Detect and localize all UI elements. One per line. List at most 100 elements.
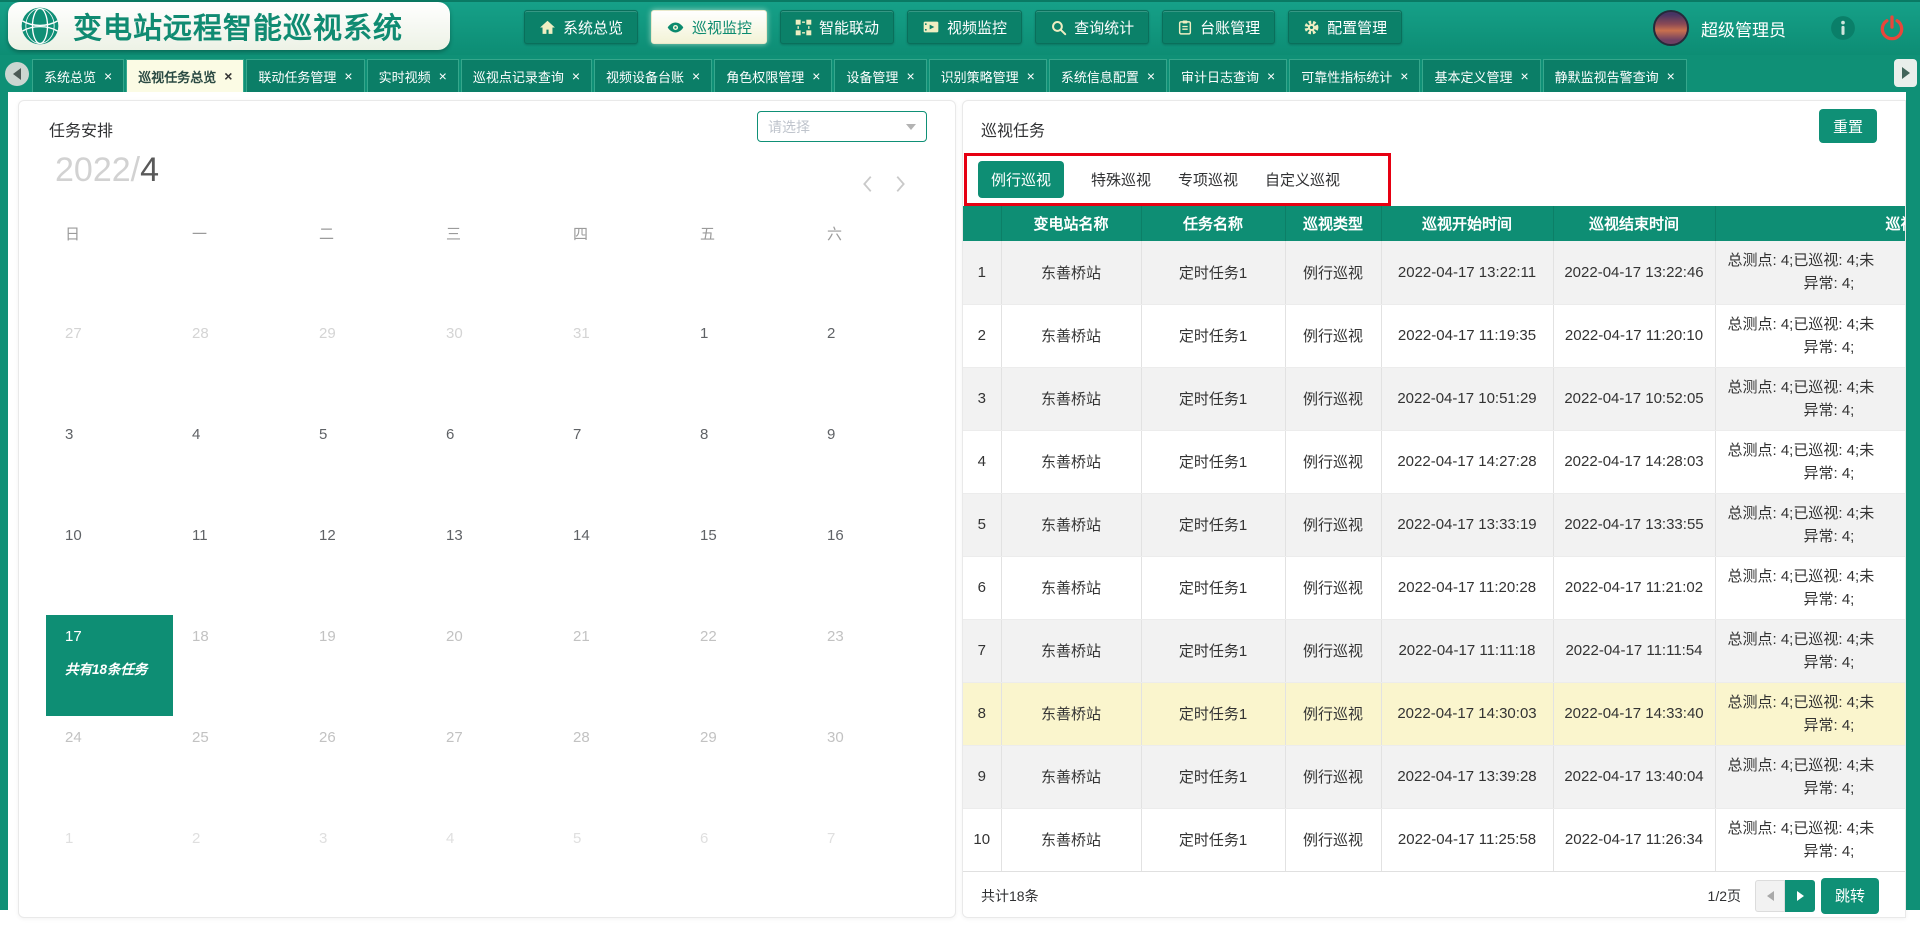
close-icon[interactable]: × <box>1027 69 1035 83</box>
subtab-专项巡视[interactable]: 专项巡视 <box>1178 169 1238 190</box>
calendar-day[interactable]: 29 <box>300 312 427 413</box>
close-icon[interactable]: × <box>1520 69 1528 83</box>
calendar-day[interactable]: 27 <box>46 312 173 413</box>
calendar-prev-button[interactable] <box>859 173 877 195</box>
calendar-day[interactable]: 18 <box>173 615 300 716</box>
calendar-day[interactable]: 15 <box>681 514 808 615</box>
calendar-day[interactable]: 26 <box>300 716 427 817</box>
jump-button[interactable]: 跳转 <box>1821 878 1879 914</box>
nav-button-search[interactable]: 查询统计 <box>1035 10 1149 44</box>
calendar-day[interactable]: 13 <box>427 514 554 615</box>
calendar-day[interactable]: 1 <box>46 817 173 918</box>
info-button[interactable] <box>1830 15 1856 41</box>
table-row[interactable]: 8东善桥站定时任务1例行巡视2022-04-17 14:30:032022-04… <box>963 682 1906 745</box>
tab-scroll-left[interactable] <box>5 62 29 86</box>
calendar-day[interactable]: 4 <box>173 413 300 514</box>
calendar-day[interactable]: 2 <box>173 817 300 918</box>
calendar-day[interactable]: 5 <box>300 413 427 514</box>
calendar-day[interactable]: 30 <box>427 312 554 413</box>
calendar-day[interactable]: 12 <box>300 514 427 615</box>
calendar-day[interactable]: 16 <box>808 514 935 615</box>
subtab-特殊巡视[interactable]: 特殊巡视 <box>1091 169 1151 190</box>
calendar-day-selected[interactable]: 17共有18条任务 <box>46 615 173 716</box>
calendar-next-button[interactable] <box>891 173 909 195</box>
calendar-day[interactable]: 25 <box>173 716 300 817</box>
calendar-day[interactable]: 3 <box>300 817 427 918</box>
calendar-day[interactable]: 20 <box>427 615 554 716</box>
table-row[interactable]: 7东善桥站定时任务1例行巡视2022-04-17 11:11:182022-04… <box>963 619 1906 682</box>
calendar-day[interactable]: 24 <box>46 716 173 817</box>
calendar-day[interactable]: 8 <box>681 413 808 514</box>
reset-button[interactable]: 重置 <box>1819 109 1877 143</box>
table-row[interactable]: 10东善桥站定时任务1例行巡视2022-04-17 11:25:582022-0… <box>963 808 1906 871</box>
table-row[interactable]: 9东善桥站定时任务1例行巡视2022-04-17 13:39:282022-04… <box>963 745 1906 808</box>
calendar-day[interactable]: 4 <box>427 817 554 918</box>
tab-scroll-right[interactable] <box>1894 59 1917 87</box>
close-icon[interactable]: × <box>1147 69 1155 83</box>
table-row[interactable]: 6东善桥站定时任务1例行巡视2022-04-17 11:20:282022-04… <box>963 556 1906 619</box>
calendar-day[interactable]: 6 <box>681 817 808 918</box>
table-row[interactable]: 2东善桥站定时任务1例行巡视2022-04-17 11:19:352022-04… <box>963 304 1906 367</box>
calendar-day[interactable]: 7 <box>554 413 681 514</box>
nav-button-linkage[interactable]: 智能联动 <box>780 10 894 44</box>
subtab-例行巡视[interactable]: 例行巡视 <box>978 161 1064 198</box>
calendar-day[interactable]: 2 <box>808 312 935 413</box>
table-row[interactable]: 1东善桥站定时任务1例行巡视2022-04-17 13:22:112022-04… <box>963 241 1906 304</box>
close-icon[interactable]: × <box>344 69 352 83</box>
calendar-day[interactable]: 10 <box>46 514 173 615</box>
table-row[interactable]: 3东善桥站定时任务1例行巡视2022-04-17 10:51:292022-04… <box>963 367 1906 430</box>
calendar-day[interactable]: 3 <box>46 413 173 514</box>
avatar[interactable] <box>1653 10 1689 46</box>
calendar-day[interactable]: 31 <box>554 312 681 413</box>
close-icon[interactable]: × <box>224 69 232 83</box>
calendar-day[interactable]: 1 <box>681 312 808 413</box>
tab-识别策略管理[interactable]: 识别策略管理× <box>929 59 1047 92</box>
subtab-自定义巡视[interactable]: 自定义巡视 <box>1265 169 1340 190</box>
tab-巡视点记录查询[interactable]: 巡视点记录查询× <box>461 59 592 92</box>
tab-实时视频[interactable]: 实时视频× <box>367 59 459 92</box>
calendar-day[interactable]: 9 <box>808 413 935 514</box>
close-icon[interactable]: × <box>439 69 447 83</box>
table-row[interactable]: 4东善桥站定时任务1例行巡视2022-04-17 14:27:282022-04… <box>963 430 1906 493</box>
close-icon[interactable]: × <box>692 69 700 83</box>
close-icon[interactable]: × <box>906 69 914 83</box>
task-type-select[interactable]: 请选择 <box>757 111 927 142</box>
tab-静默监视告警查询[interactable]: 静默监视告警查询× <box>1543 59 1687 92</box>
calendar-day[interactable]: 22 <box>681 615 808 716</box>
calendar-day[interactable]: 28 <box>173 312 300 413</box>
nav-button-video[interactable]: 视频监控 <box>907 10 1022 44</box>
calendar-day[interactable]: 23 <box>808 615 935 716</box>
calendar-day[interactable]: 19 <box>300 615 427 716</box>
tab-视频设备台账[interactable]: 视频设备台账× <box>594 59 712 92</box>
close-icon[interactable]: × <box>1267 69 1275 83</box>
tab-可靠性指标统计[interactable]: 可靠性指标统计× <box>1289 59 1420 92</box>
calendar-day[interactable]: 30 <box>808 716 935 817</box>
calendar-day[interactable]: 27 <box>427 716 554 817</box>
calendar-day[interactable]: 11 <box>173 514 300 615</box>
nav-button-gear[interactable]: 配置管理 <box>1288 10 1402 44</box>
tab-设备管理[interactable]: 设备管理× <box>834 59 926 92</box>
close-icon[interactable]: × <box>1667 69 1675 83</box>
calendar-day[interactable]: 14 <box>554 514 681 615</box>
calendar-day[interactable]: 6 <box>427 413 554 514</box>
nav-button-eye[interactable]: 巡视监控 <box>651 10 767 44</box>
calendar-day[interactable]: 21 <box>554 615 681 716</box>
nav-button-home[interactable]: 系统总览 <box>524 10 638 44</box>
prev-page-button[interactable] <box>1755 880 1785 912</box>
calendar-day[interactable]: 5 <box>554 817 681 918</box>
nav-button-ledger[interactable]: 台账管理 <box>1162 10 1275 44</box>
tab-巡视任务总览[interactable]: 巡视任务总览× <box>126 59 244 92</box>
logout-button[interactable] <box>1878 14 1906 42</box>
tab-角色权限管理[interactable]: 角色权限管理× <box>714 59 832 92</box>
calendar-day[interactable]: 29 <box>681 716 808 817</box>
calendar-day[interactable]: 28 <box>554 716 681 817</box>
tab-系统总览[interactable]: 系统总览× <box>32 59 124 92</box>
close-icon[interactable]: × <box>1400 69 1408 83</box>
table-row[interactable]: 5东善桥站定时任务1例行巡视2022-04-17 13:33:192022-04… <box>963 493 1906 556</box>
close-icon[interactable]: × <box>812 69 820 83</box>
tab-联动任务管理[interactable]: 联动任务管理× <box>246 59 364 92</box>
next-page-button[interactable] <box>1785 880 1815 912</box>
tab-审计日志查询[interactable]: 审计日志查询× <box>1169 59 1287 92</box>
tab-系统信息配置[interactable]: 系统信息配置× <box>1049 59 1167 92</box>
close-icon[interactable]: × <box>104 69 112 83</box>
